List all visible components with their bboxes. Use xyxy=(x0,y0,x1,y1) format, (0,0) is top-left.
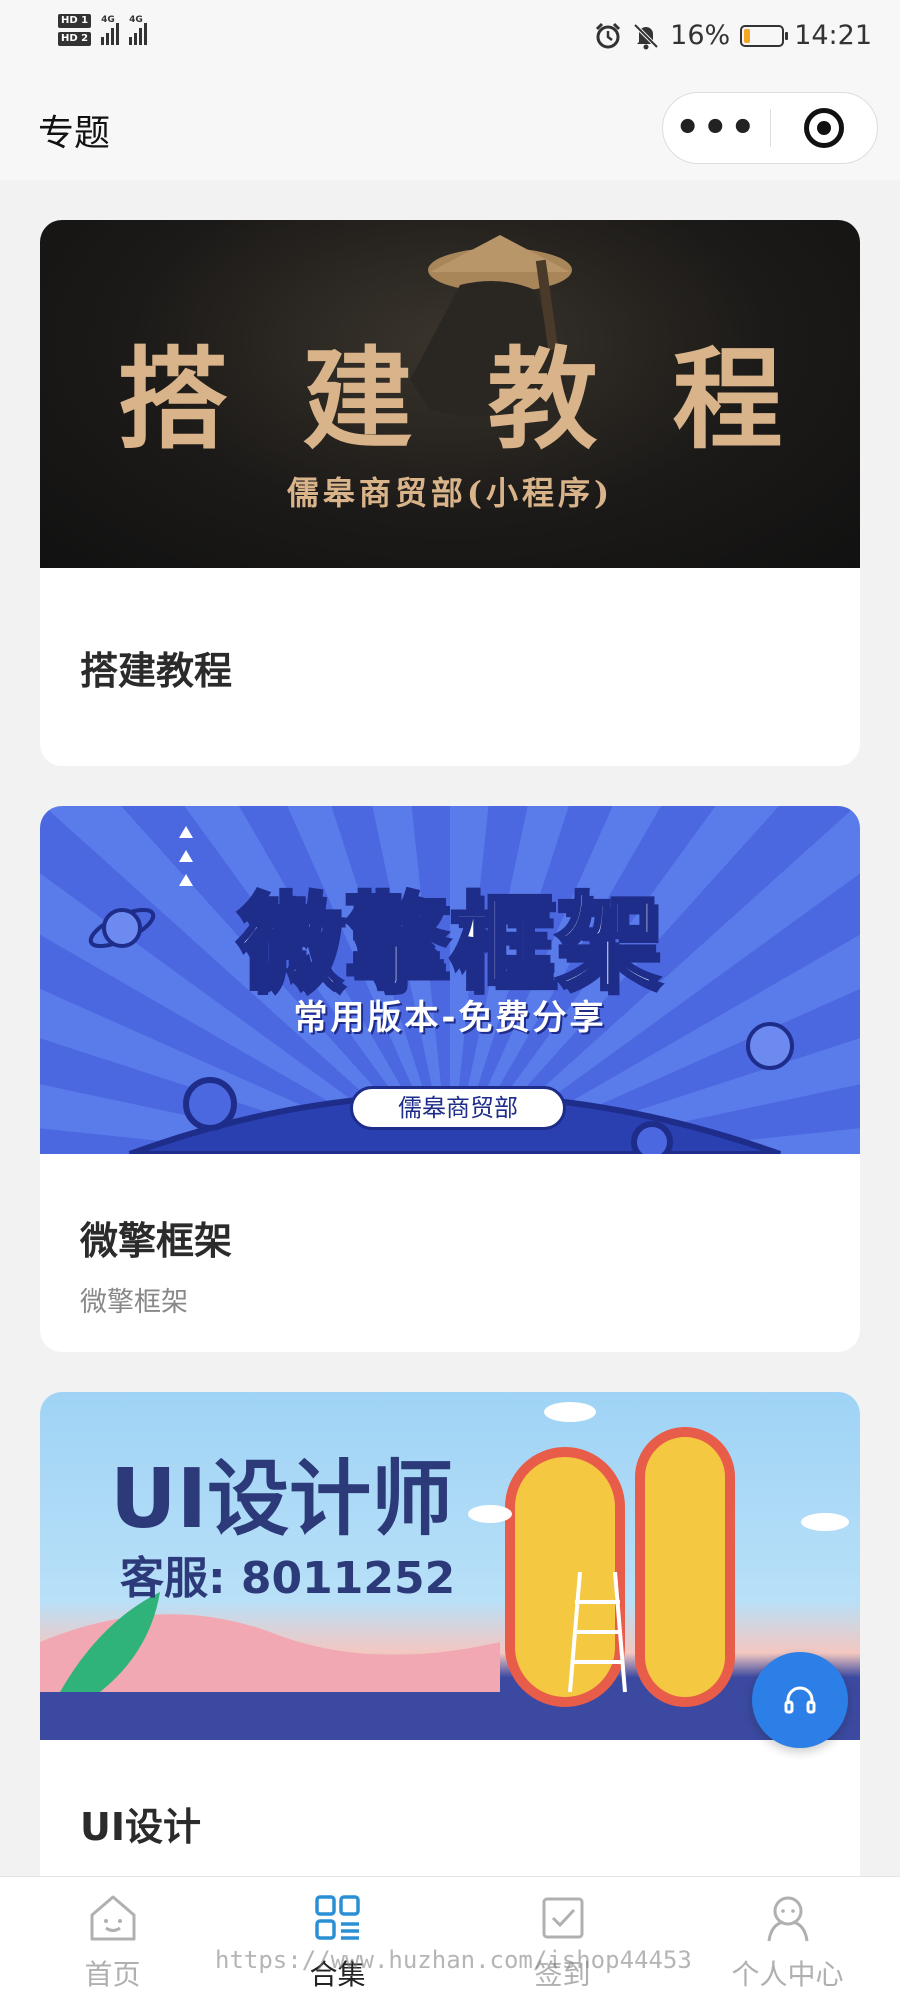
close-miniprogram-button[interactable] xyxy=(771,108,878,148)
signal-icon: 4G xyxy=(129,15,148,45)
hd2-badge: HD 2 xyxy=(58,32,92,46)
banner-image: UI设计师 客服: 8011252 xyxy=(40,1392,860,1740)
collection-icon xyxy=(314,1895,360,1940)
tab-profile[interactable]: 个人中心 xyxy=(675,1877,900,2000)
page-title: 专题 xyxy=(38,113,111,154)
card-subtitle: 微擎框架 xyxy=(80,1287,188,1318)
more-menu-button[interactable]: ••• xyxy=(663,98,770,158)
battery-icon xyxy=(740,24,789,47)
customer-service-button[interactable] xyxy=(752,1652,848,1748)
card-title: 微擎框架 xyxy=(80,1219,233,1263)
tab-bar: 首页 合集 签到 个人中心 xyxy=(0,1876,900,2000)
banner-tag: 儒皋商贸部 xyxy=(350,1086,566,1130)
card-title: 搭建教程 xyxy=(80,649,233,693)
banner-subtitle: 常用版本-免费分享 xyxy=(293,998,607,1038)
tab-collection[interactable]: 合集 xyxy=(225,1877,450,2000)
banner-title-char: 搭 xyxy=(117,335,228,464)
banner-subtitle: 儒皋商贸部(小程序) xyxy=(286,474,614,512)
checkin-icon xyxy=(542,1897,583,1939)
target-icon xyxy=(803,108,844,148)
topic-card[interactable]: 搭 建 教 程 儒皋商贸部(小程序) 搭建教程 xyxy=(40,220,860,766)
hd-badges: HD 1 HD 2 xyxy=(58,14,92,46)
tab-label: 首页 xyxy=(84,1958,141,1991)
banner-title: 微擎框架 xyxy=(236,880,662,1006)
hd1-badge: HD 1 xyxy=(58,14,92,28)
watermark: https://www.huzhan.com/ishop44453 xyxy=(215,1946,692,1974)
headset-icon xyxy=(784,1686,816,1714)
net1-label: 4G xyxy=(101,15,115,25)
status-bar: HD 1 HD 2 4G 4G 16% 14:21 xyxy=(0,0,900,80)
tab-label: 个人中心 xyxy=(731,1958,844,1991)
tab-home[interactable]: 首页 xyxy=(0,1877,225,2000)
banner-image: 微擎框架 常用版本-免费分享 儒皋商贸部 xyxy=(40,806,860,1154)
topic-card[interactable]: UI设计师 客服: 8011252 UI设计 xyxy=(40,1392,860,1912)
clock: 14:21 xyxy=(794,20,872,51)
home-icon xyxy=(90,1895,135,1941)
status-right: 16% 14:21 xyxy=(594,20,872,51)
mute-bell-icon xyxy=(633,23,659,49)
navigation-bar: 专题 ••• xyxy=(0,80,900,180)
banner-title: 搭 建 教 程 xyxy=(40,310,860,470)
network-indicators: HD 1 HD 2 4G 4G xyxy=(58,14,148,46)
signal-icon: 4G xyxy=(101,15,120,45)
profile-icon xyxy=(767,1896,808,1942)
battery-percent: 16% xyxy=(670,20,731,51)
miniprogram-capsule: ••• xyxy=(662,92,878,164)
banner-title-char: 教 xyxy=(487,335,598,464)
net2-label: 4G xyxy=(129,15,143,25)
banner-subtitle: 客服: 8011252 xyxy=(120,1553,456,1604)
alarm-icon xyxy=(596,22,621,48)
topic-card[interactable]: 微擎框架 常用版本-免费分享 儒皋商贸部 微擎框架 微擎框架 xyxy=(40,806,860,1352)
banner-image: 搭 建 教 程 儒皋商贸部(小程序) xyxy=(40,220,860,568)
banner-title-char: 建 xyxy=(302,335,413,464)
banner-title: UI设计师 xyxy=(110,1452,454,1547)
tab-checkin[interactable]: 签到 xyxy=(450,1877,675,2000)
banner-title-char: 程 xyxy=(672,335,783,464)
card-title: UI设计 xyxy=(80,1805,201,1849)
